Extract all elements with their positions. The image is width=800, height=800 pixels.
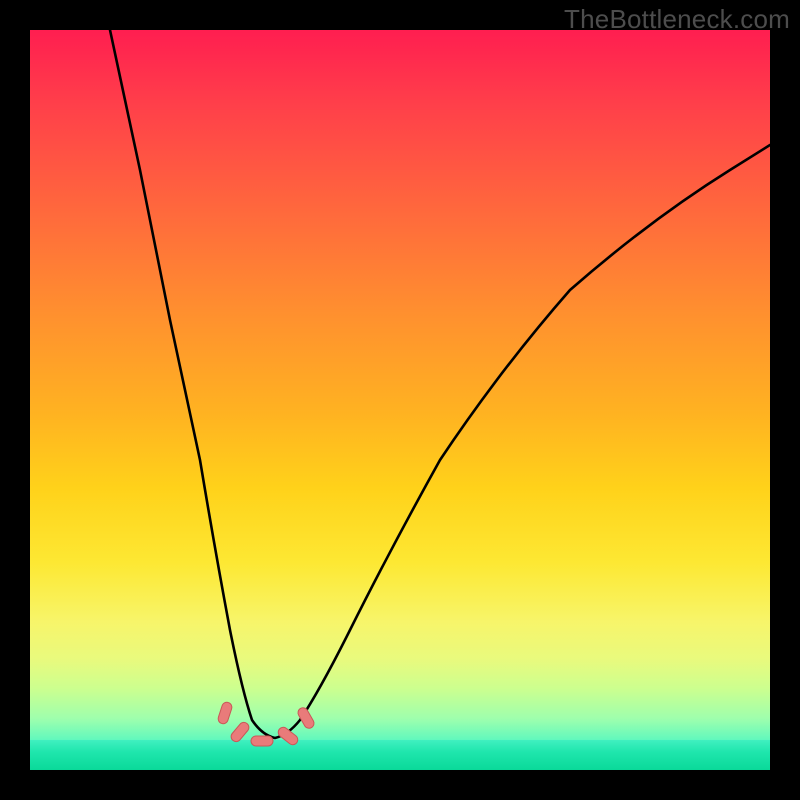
watermark-text: TheBottleneck.com xyxy=(564,4,790,35)
bottleneck-curve xyxy=(110,30,770,738)
marker-4 xyxy=(276,725,299,746)
plot-area xyxy=(30,30,770,770)
marker-2 xyxy=(229,720,251,743)
curve-layer xyxy=(30,30,770,770)
marker-3 xyxy=(251,736,273,746)
marker-group xyxy=(217,701,316,747)
marker-5 xyxy=(296,706,316,730)
chart-frame: TheBottleneck.com xyxy=(0,0,800,800)
marker-1 xyxy=(217,701,233,725)
